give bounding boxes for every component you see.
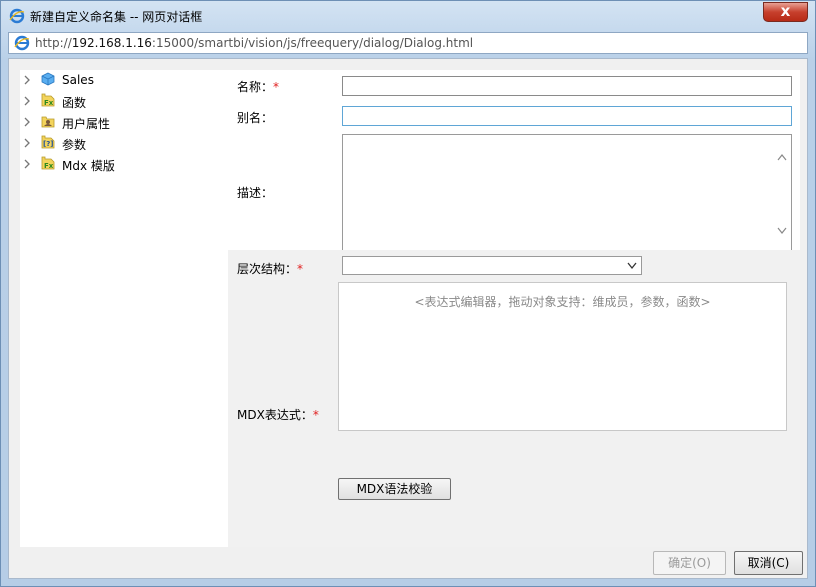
expand-arrow-icon[interactable]: [22, 95, 32, 107]
hierarchy-label-text: 层次结构：: [237, 262, 298, 276]
form-panel: 名称：* 别名： 描述： 层次结构：* <表达式编辑器，拖动对象支持：维成员，参…: [228, 70, 800, 547]
chevron-down-icon: [627, 262, 637, 270]
tree-item-label: Sales: [62, 73, 94, 87]
required-mark: *: [273, 80, 280, 94]
alias-label: 别名：: [237, 111, 274, 125]
window-title: 新建自定义命名集 -- 网页对话框: [30, 10, 203, 24]
tree-item-sales[interactable]: Sales: [20, 70, 220, 90]
tree-item-label: Mdx 模版: [62, 159, 115, 173]
tree-item-label: 参数: [62, 138, 87, 152]
alias-input[interactable]: [342, 106, 792, 126]
hierarchy-label: 层次结构：*: [237, 260, 303, 277]
mdx-label: MDX表达式：*: [237, 406, 319, 423]
scroll-up-icon[interactable]: [777, 153, 787, 161]
name-label: 名称：*: [237, 78, 279, 95]
editor-hint: <表达式编辑器，拖动对象支持：维成员，参数，函数>: [414, 295, 711, 309]
cube-icon: [41, 72, 55, 86]
ie-icon: [9, 8, 25, 24]
url-host: 192.168.1.16: [71, 36, 152, 50]
description-textarea[interactable]: [342, 134, 792, 252]
parameter-icon: [?]: [41, 135, 55, 149]
address-bar[interactable]: http://192.168.1.16:15000/smartbi/vision…: [8, 32, 808, 54]
mdx-template-icon: Fx: [41, 156, 55, 170]
url-prefix: http://: [35, 36, 72, 50]
tree-item-user-attributes[interactable]: 用户属性: [20, 112, 220, 132]
expand-arrow-icon[interactable]: [22, 116, 32, 128]
ie-page-icon: [14, 35, 30, 51]
required-mark: *: [297, 262, 304, 276]
svg-text:Fx: Fx: [44, 99, 54, 107]
mdx-label-text: MDX表达式：: [237, 408, 313, 422]
svg-text:Fx: Fx: [44, 162, 54, 170]
expand-arrow-icon[interactable]: [22, 137, 32, 149]
tree-item-parameters[interactable]: [?] 参数: [20, 133, 220, 153]
dialog-window: 新建自定义命名集 -- 网页对话框 x http://192.168.1.16:…: [0, 0, 816, 587]
scroll-down-icon[interactable]: [777, 227, 787, 235]
svg-text:[?]: [?]: [43, 140, 53, 148]
resource-tree: Sales Fx 函数 用户属性 [?] 参数 Fx Mdx 模版: [20, 70, 228, 547]
url-path: :15000/smartbi/vision/js/freequery/dialo…: [151, 36, 474, 50]
close-button[interactable]: x: [763, 2, 808, 22]
cancel-button[interactable]: 取消(C): [734, 551, 803, 575]
mdx-section: 层次结构：* <表达式编辑器，拖动对象支持：维成员，参数，函数> MDX表达式：…: [228, 250, 800, 547]
required-mark: *: [312, 408, 319, 422]
expand-arrow-icon[interactable]: [22, 158, 32, 170]
expand-arrow-icon[interactable]: [22, 74, 32, 86]
mdx-expression-editor[interactable]: <表达式编辑器，拖动对象支持：维成员，参数，函数>: [338, 282, 787, 431]
hierarchy-select[interactable]: [342, 256, 642, 275]
ok-button[interactable]: 确定(O): [653, 551, 726, 575]
description-label: 描述：: [237, 186, 274, 200]
tree-item-functions[interactable]: Fx 函数: [20, 91, 220, 111]
name-input[interactable]: [342, 76, 792, 96]
tree-item-mdx-template[interactable]: Fx Mdx 模版: [20, 154, 220, 174]
tree-item-label: 用户属性: [62, 117, 111, 131]
name-label-text: 名称：: [237, 80, 274, 94]
user-attribute-icon: [41, 116, 55, 128]
address-url: http://192.168.1.16:15000/smartbi/vision…: [35, 36, 473, 50]
title-bar: 新建自定义命名集 -- 网页对话框 x: [1, 1, 815, 30]
function-icon: Fx: [41, 93, 55, 107]
dialog-content: Sales Fx 函数 用户属性 [?] 参数 Fx Mdx 模版 名称：* 别…: [8, 58, 808, 579]
mdx-validate-button[interactable]: MDX语法校验: [338, 478, 451, 500]
tree-item-label: 函数: [62, 96, 87, 110]
close-icon: x: [780, 2, 791, 20]
